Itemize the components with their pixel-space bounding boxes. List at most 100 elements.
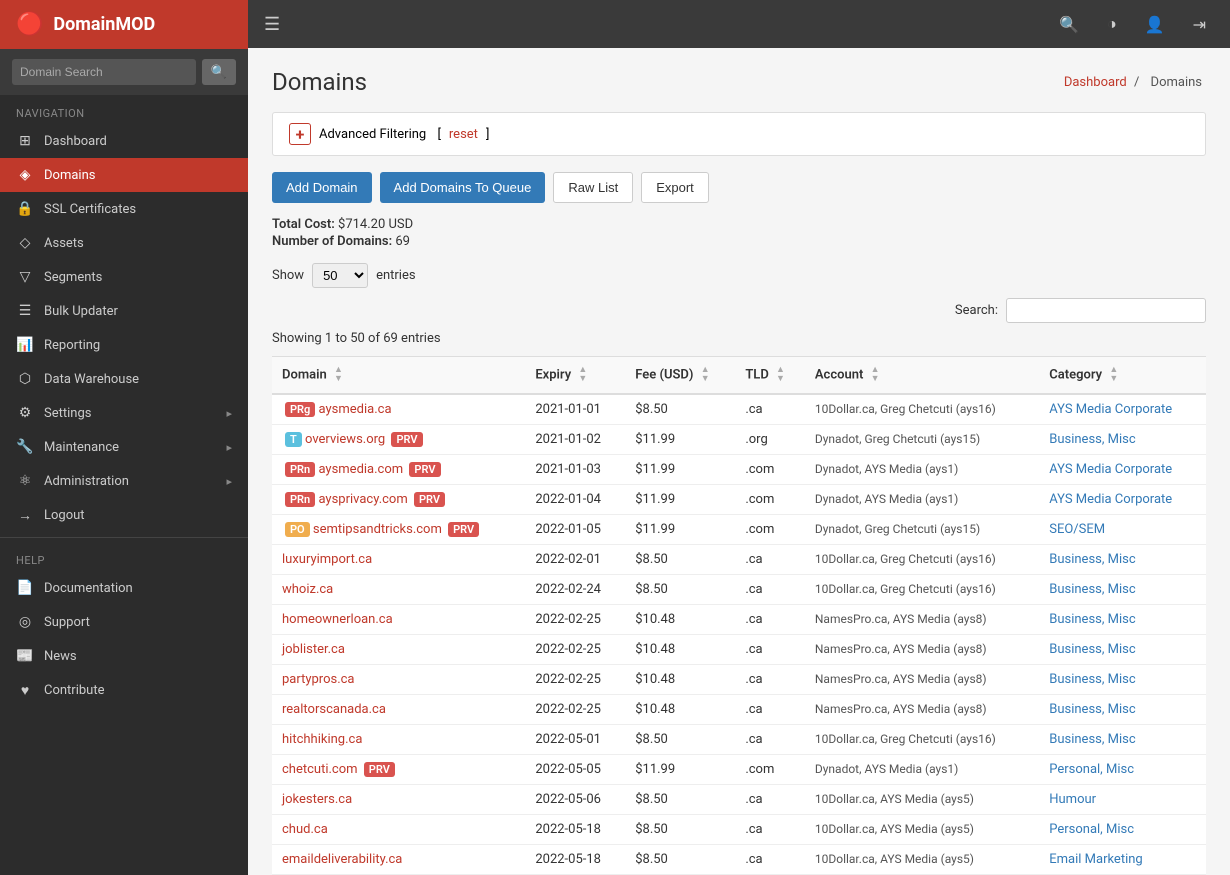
domain-link[interactable]: luxuryimport.ca bbox=[282, 552, 372, 567]
domain-link[interactable]: aysprivacy.com bbox=[318, 492, 407, 507]
category-link[interactable]: Personal, Misc bbox=[1049, 822, 1134, 837]
search-icon[interactable]: 🔍 bbox=[1051, 11, 1087, 38]
col-tld[interactable]: TLD ▲▼ bbox=[735, 357, 805, 395]
show-label: Show bbox=[272, 268, 304, 283]
breadcrumb-home-link[interactable]: Dashboard bbox=[1064, 75, 1127, 90]
sidebar-search-container: 🔍 bbox=[0, 49, 248, 95]
sidebar-item-dashboard[interactable]: ⊞ Dashboard bbox=[0, 124, 248, 158]
category-link[interactable]: AYS Media Corporate bbox=[1049, 492, 1172, 507]
account-value: Dynadot, AYS Media (ays1) bbox=[815, 762, 958, 776]
administration-icon: ⚛ bbox=[16, 473, 34, 489]
expiry-cell: 2022-01-04 bbox=[525, 485, 625, 515]
category-link[interactable]: AYS Media Corporate bbox=[1049, 402, 1172, 417]
domain-cell: realtorscanada.ca bbox=[272, 695, 525, 725]
entries-select[interactable]: 10 25 50 100 bbox=[312, 263, 368, 288]
tld-cell: .ca bbox=[735, 785, 805, 815]
category-link[interactable]: Business, Misc bbox=[1049, 612, 1135, 627]
domain-link[interactable]: jokesters.ca bbox=[282, 792, 352, 807]
category-link[interactable]: SEO/SEM bbox=[1049, 522, 1105, 537]
category-link[interactable]: Humour bbox=[1049, 792, 1096, 807]
export-button[interactable]: Export bbox=[641, 172, 709, 203]
sidebar-item-contribute[interactable]: ♥ Contribute bbox=[0, 673, 248, 708]
category-link[interactable]: AYS Media Corporate bbox=[1049, 462, 1172, 477]
add-to-queue-button[interactable]: Add Domains To Queue bbox=[380, 172, 546, 203]
sidebar-item-bulk-updater[interactable]: ☰ Bulk Updater bbox=[0, 294, 248, 328]
category-link[interactable]: Business, Misc bbox=[1049, 672, 1135, 687]
domain-link[interactable]: chetcuti.com bbox=[282, 762, 358, 777]
category-link[interactable]: Business, Misc bbox=[1049, 582, 1135, 597]
user-icon[interactable]: 👤 bbox=[1137, 11, 1173, 38]
sidebar-item-reporting[interactable]: 📊 Reporting bbox=[0, 328, 248, 362]
category-link[interactable]: Business, Misc bbox=[1049, 732, 1135, 747]
expiry-cell: 2022-05-01 bbox=[525, 725, 625, 755]
domain-link[interactable]: emaildeliverability.ca bbox=[282, 852, 402, 867]
sidebar-item-support[interactable]: ◎ Support bbox=[0, 605, 248, 639]
sidebar-item-segments[interactable]: ▽ Segments bbox=[0, 260, 248, 294]
table-search-input[interactable] bbox=[1006, 298, 1206, 323]
domain-link[interactable]: semtipsandtricks.com bbox=[313, 522, 442, 537]
sidebar-item-documentation[interactable]: 📄 Documentation bbox=[0, 571, 248, 605]
sidebar-item-administration[interactable]: ⚛ Administration ▸ bbox=[0, 464, 248, 498]
account-value: 10Dollar.ca, Greg Chetcuti (ays16) bbox=[815, 732, 996, 746]
col-account[interactable]: Account ▲▼ bbox=[805, 357, 1039, 395]
reporting-icon: 📊 bbox=[16, 337, 34, 353]
category-link[interactable]: Email Marketing bbox=[1049, 852, 1142, 867]
col-fee[interactable]: Fee (USD) ▲▼ bbox=[625, 357, 735, 395]
domain-link[interactable]: partypros.ca bbox=[282, 672, 355, 687]
domain-link[interactable]: homeownerloan.ca bbox=[282, 612, 393, 627]
segments-icon: ▽ bbox=[16, 269, 34, 285]
category-link[interactable]: Business, Misc bbox=[1049, 552, 1135, 567]
category-link[interactable]: Business, Misc bbox=[1049, 432, 1135, 447]
category-link[interactable]: Business, Misc bbox=[1049, 702, 1135, 717]
filter-toggle-button[interactable]: + bbox=[289, 123, 311, 145]
data-warehouse-icon: ⬡ bbox=[16, 371, 34, 387]
theme-icon[interactable]: ◑ bbox=[1099, 10, 1125, 38]
notifications-icon[interactable]: ⇥ bbox=[1185, 11, 1214, 38]
prv-badge: PRV bbox=[414, 492, 445, 507]
sidebar-item-data-warehouse[interactable]: ⬡ Data Warehouse bbox=[0, 362, 248, 396]
col-expiry[interactable]: Expiry ▲▼ bbox=[525, 357, 625, 395]
domain-link[interactable]: joblister.ca bbox=[282, 642, 345, 657]
tld-cell: .com bbox=[735, 515, 805, 545]
show-entries-row: Show 10 25 50 100 entries bbox=[272, 263, 1206, 288]
filter-bracket-close: ] bbox=[486, 127, 489, 142]
domain-link[interactable]: aysmedia.ca bbox=[319, 402, 392, 417]
domain-link[interactable]: whoiz.ca bbox=[282, 582, 333, 597]
filter-reset-link[interactable]: reset bbox=[449, 127, 478, 142]
page-content: Domains Dashboard / Domains + Advanced F… bbox=[248, 48, 1230, 875]
domain-link[interactable]: hitchhiking.ca bbox=[282, 732, 362, 747]
category-link[interactable]: Personal, Misc bbox=[1049, 762, 1134, 777]
add-domain-button[interactable]: Add Domain bbox=[272, 172, 372, 203]
sidebar-item-news[interactable]: 📰 News bbox=[0, 639, 248, 673]
nav-divider bbox=[0, 537, 248, 538]
sidebar-item-maintenance[interactable]: 🔧 Maintenance ▸ bbox=[0, 430, 248, 464]
col-category[interactable]: Category ▲▼ bbox=[1039, 357, 1206, 395]
sidebar-item-assets[interactable]: ◇ Assets bbox=[0, 226, 248, 260]
menu-toggle-button[interactable]: ☰ bbox=[264, 14, 280, 35]
num-domains-label: Number of Domains: bbox=[272, 234, 392, 249]
domain-link[interactable]: chud.ca bbox=[282, 822, 328, 837]
search-input[interactable] bbox=[12, 59, 196, 85]
col-domain[interactable]: Domain ▲▼ bbox=[272, 357, 525, 395]
raw-list-button[interactable]: Raw List bbox=[553, 172, 633, 203]
sidebar-item-label: Dashboard bbox=[44, 134, 232, 149]
tld-cell: .ca bbox=[735, 845, 805, 875]
table-row: PO semtipsandtricks.com PRV2022-01-05$11… bbox=[272, 515, 1206, 545]
sidebar-item-label: Segments bbox=[44, 270, 232, 285]
table-body: PRg aysmedia.ca2021-01-01$8.50.ca10Dolla… bbox=[272, 394, 1206, 875]
sidebar-item-logout[interactable]: → Logout bbox=[0, 498, 248, 533]
chevron-right-icon: ▸ bbox=[226, 407, 232, 420]
sidebar-item-settings[interactable]: ⚙ Settings ▸ bbox=[0, 396, 248, 430]
category-link[interactable]: Business, Misc bbox=[1049, 642, 1135, 657]
stats-panel: Total Cost: $714.20 USD Number of Domain… bbox=[272, 217, 1206, 249]
account-value: 10Dollar.ca, Greg Chetcuti (ays16) bbox=[815, 552, 996, 566]
search-button[interactable]: 🔍 bbox=[202, 59, 236, 85]
account-cell: Dynadot, AYS Media (ays1) bbox=[805, 485, 1039, 515]
domain-link[interactable]: overviews.org bbox=[305, 432, 385, 447]
sidebar-item-domains[interactable]: ◈ Domains bbox=[0, 158, 248, 192]
domain-link[interactable]: aysmedia.com bbox=[318, 462, 403, 477]
domain-link[interactable]: realtorscanada.ca bbox=[282, 702, 386, 717]
sidebar-item-ssl-certificates[interactable]: 🔒 SSL Certificates bbox=[0, 192, 248, 226]
domain-cell: luxuryimport.ca bbox=[272, 545, 525, 575]
domain-cell: chud.ca bbox=[272, 815, 525, 845]
